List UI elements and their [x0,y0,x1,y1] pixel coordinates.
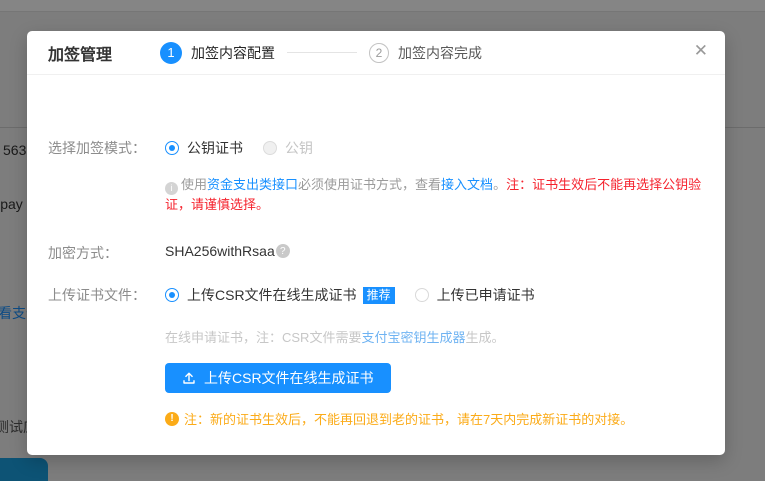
screen: 563 lipay 查看支付 测试应用 加签管理 1 加签内容配置 2 加签内容… [0,0,765,481]
radio-csr-online[interactable] [165,288,179,302]
csr-hint-text: 在线申请证书，注：CSR文件需要支付宝密钥生成器生成。 [165,327,504,346]
encrypt-value: SHA256withRsaa [165,243,275,259]
radio-public-key-cert-label[interactable]: 公钥证书 [187,138,243,158]
mode-label: 选择加签模式： [48,138,146,158]
mode-info-text: i使用资金支出类接口必须使用证书方式，查看接入文档。注：证书生效后不能再选择公钥… [165,175,725,214]
step-2-circle: 2 [369,43,389,63]
help-icon[interactable]: ? [276,244,290,258]
info-gray-1: 使用 [181,177,207,192]
step-connector-line [287,52,357,53]
upload-label: 上传证书文件： [48,285,146,305]
upload-csr-button[interactable]: 上传CSR文件在线生成证书 [165,363,391,393]
upload-icon [182,371,196,385]
close-icon[interactable]: ✕ [694,42,708,59]
upload-csr-button-label: 上传CSR文件在线生成证书 [204,368,374,388]
step-1-label: 加签内容配置 [191,43,275,63]
warning-icon: ! [165,412,179,426]
radio-public-key [263,141,277,155]
info-gray-3: 。 [493,177,506,192]
info-gray-2: 必须使用证书方式，查看 [298,177,441,192]
hint-gray-1: 在线申请证书，注：CSR文件需要 [165,330,361,345]
modal-header: 加签管理 1 加签内容配置 2 加签内容完成 ✕ [27,31,725,75]
radio-public-key-cert[interactable] [165,141,179,155]
radio-existing-cert[interactable] [415,288,429,302]
step-2-label: 加签内容完成 [398,43,482,63]
step-1-circle: 1 [160,42,182,64]
info-icon: i [165,182,178,195]
upload-radio-group: 上传CSR文件在线生成证书 推荐 上传已申请证书 [165,285,535,305]
cert-switch-note: ! 注：新的证书生效后，不能再回退到老的证书，请在7天内完成新证书的对接。 [165,409,633,428]
encrypt-value-row: SHA256withRsaa ? [165,243,290,259]
radio-csr-online-label[interactable]: 上传CSR文件在线生成证书 [187,285,357,305]
encrypt-label: 加密方式： [48,243,118,263]
steps-indicator: 1 加签内容配置 2 加签内容完成 [160,42,482,64]
docs-link[interactable]: 接入文档 [441,177,493,192]
hint-gray-2: 生成。 [465,330,504,345]
sign-management-modal: 加签管理 1 加签内容配置 2 加签内容完成 ✕ 选择加签模式： 公钥证书 公钥… [27,31,725,455]
mode-radio-group: 公钥证书 公钥 [165,138,313,158]
fund-api-link[interactable]: 资金支出类接口 [207,177,298,192]
recommended-badge: 推荐 [363,287,395,304]
keygen-tool-link[interactable]: 支付宝密钥生成器 [361,330,465,345]
modal-title: 加签管理 [48,41,112,65]
radio-existing-cert-label[interactable]: 上传已申请证书 [437,285,535,305]
cert-switch-note-text: 注：新的证书生效后，不能再回退到老的证书，请在7天内完成新证书的对接。 [184,409,633,428]
radio-public-key-label: 公钥 [285,138,313,158]
